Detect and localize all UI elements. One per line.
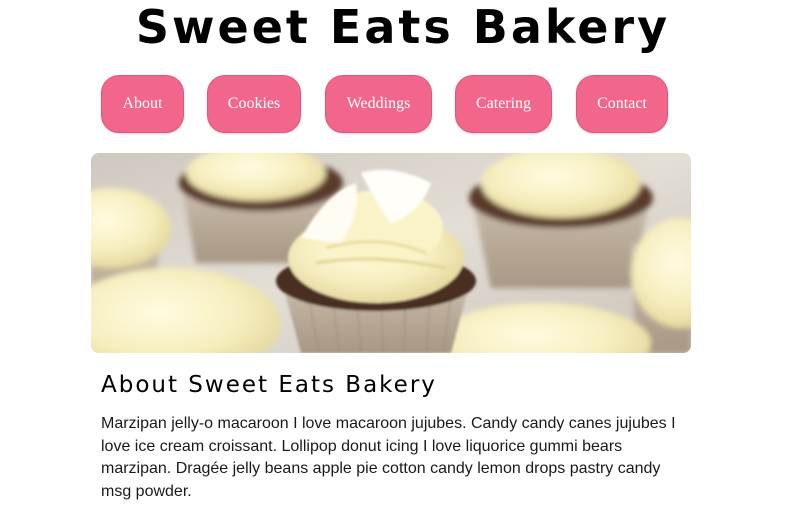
nav-about-button[interactable]: About: [101, 75, 184, 133]
nav-catering-button[interactable]: Catering: [455, 75, 552, 133]
main-nav: About Cookies Weddings Catering Contact: [0, 75, 806, 133]
nav-weddings-button[interactable]: Weddings: [325, 75, 432, 133]
about-body-text: Marzipan jelly-o macaroon I love macaroo…: [101, 415, 676, 500]
nav-cookies-button[interactable]: Cookies: [207, 75, 301, 133]
nav-contact-button[interactable]: Contact: [576, 75, 668, 133]
site-title: Sweet Eats Bakery: [135, 0, 671, 54]
about-heading: About Sweet Eats Bakery: [101, 372, 437, 398]
hero-cupcakes-image: [91, 153, 691, 353]
